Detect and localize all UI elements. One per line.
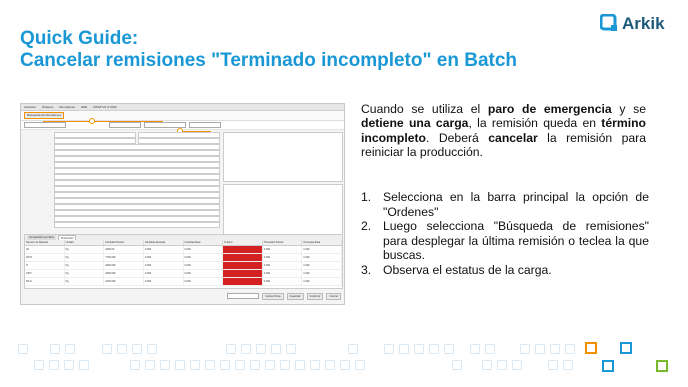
error-cell	[223, 254, 263, 261]
decorative-square	[280, 360, 290, 370]
menu-item[interactable]: HPE	[81, 104, 87, 110]
decorative-square	[271, 344, 281, 354]
error-cell	[223, 270, 263, 277]
accent-square	[620, 342, 632, 354]
decorative-square	[205, 360, 215, 370]
decorative-square	[452, 360, 462, 370]
decorative-square	[50, 344, 60, 354]
title-line-1: Quick Guide:	[20, 28, 139, 49]
decorative-square	[160, 360, 170, 370]
imprimir-button[interactable]: Imprimir	[306, 292, 324, 300]
decorative-square	[520, 344, 530, 354]
list-item: 3. Observa el estatus de la carga.	[361, 262, 552, 277]
decorative-square	[470, 344, 480, 354]
decorative-square	[220, 360, 230, 370]
decorative-square	[295, 360, 305, 370]
accent-square	[656, 360, 668, 372]
decorative-square	[414, 344, 424, 354]
remision-field[interactable]	[24, 122, 66, 128]
decorative-square	[355, 360, 365, 370]
menu-item[interactable]: Órdenes	[42, 104, 54, 110]
carta-porte-button[interactable]: Carta Porte	[262, 292, 284, 300]
decorative-square	[65, 344, 75, 354]
decorative-square	[399, 344, 409, 354]
guardar-button[interactable]: Guardar	[286, 292, 304, 300]
table-row[interactable]: CPO Kg 3300.000 0.000 0.000 0.000 0.000	[25, 270, 342, 278]
logo-text: Arkik	[622, 14, 665, 33]
decorative-square	[535, 344, 545, 354]
decorative-square	[310, 360, 320, 370]
menu-item[interactable]: Remisiones	[59, 104, 75, 110]
decorative-square	[485, 344, 495, 354]
decorative-square	[348, 344, 358, 354]
menu-item[interactable]: MSSP V2 (T-009)	[93, 104, 116, 110]
decorative-square	[548, 360, 558, 370]
decorative-square	[49, 360, 59, 370]
menu-item[interactable]: Usuarios	[24, 104, 36, 110]
decorative-square	[175, 360, 185, 370]
fecha-field[interactable]	[109, 122, 141, 128]
decorative-square	[145, 360, 155, 370]
decorative-square	[235, 360, 245, 370]
cerrar-button[interactable]: Cerrar	[326, 292, 341, 300]
decorative-square	[429, 344, 439, 354]
table-row[interactable]: AF Kg 3400.00 0.000 0.000 0.000 0.000	[25, 246, 342, 254]
estimados-panel	[223, 184, 343, 236]
accent-square	[602, 360, 614, 372]
decorative-footer	[0, 340, 688, 387]
decorative-square	[241, 344, 251, 354]
list-item: 1. Selecciona en la barra principal la op…	[361, 190, 649, 219]
decorative-square	[132, 344, 142, 354]
title-line-2: Cancelar remisiones "Terminado incomplet…	[20, 50, 518, 71]
accent-square	[585, 342, 597, 354]
decorative-square	[565, 344, 575, 354]
composicion-grid: Composición por Silos Producción Número …	[24, 234, 343, 289]
highlight-marker	[89, 118, 95, 124]
decorative-square	[190, 360, 200, 370]
decorative-square	[550, 344, 560, 354]
decorative-square	[102, 344, 112, 354]
decorative-square	[18, 344, 28, 354]
decorative-square	[325, 360, 335, 370]
decorative-square	[250, 360, 260, 370]
page-title: Quick Guide: Cancelar remisiones "Termin…	[20, 28, 517, 72]
decorative-square	[512, 360, 522, 370]
decorative-square	[79, 360, 89, 370]
app-screenshot: Usuarios Órdenes Remisiones HPE MSSP V2 …	[20, 103, 345, 305]
intro-paragraph: Cuando se utiliza el paro de emergencia …	[361, 102, 646, 160]
decorative-square	[64, 360, 74, 370]
decorative-square	[256, 344, 266, 354]
busqueda-remisiones-button[interactable]: Búsqueda de Remisiones	[24, 112, 65, 119]
table-row[interactable]: H Kg 2900.000 0.000 0.000 0.000 0.000	[25, 262, 342, 270]
decorative-square	[265, 360, 275, 370]
table-row[interactable]: SILO Kg 3100.000 0.000 0.000 0.000 0.000	[25, 278, 342, 286]
decorative-square	[497, 360, 507, 370]
error-cell	[223, 262, 263, 269]
table-row[interactable]: AF70 Kg 7700.000 0.000 0.000 0.000 0.000	[25, 254, 342, 262]
decorative-square	[482, 360, 492, 370]
decorative-square	[34, 360, 44, 370]
arkik-logo: Arkik	[600, 12, 680, 38]
fecha-original-field[interactable]	[189, 122, 221, 128]
decorative-square	[563, 360, 573, 370]
enviar-field[interactable]	[227, 293, 260, 299]
error-cell	[223, 246, 263, 253]
decorative-square	[444, 344, 454, 354]
decorative-square	[130, 360, 140, 370]
decorative-square	[117, 344, 127, 354]
list-item: 2. Luego selecciona "Búsqueda de remision…	[361, 219, 649, 263]
decorative-square	[226, 344, 236, 354]
comentarios-panel	[223, 132, 343, 182]
bottom-action-bar: Carta Porte Guardar Imprimir Cerrar	[24, 292, 341, 300]
arkik-logo-icon	[600, 14, 617, 31]
decorative-square	[147, 344, 157, 354]
highlight-line	[43, 121, 163, 122]
app-toolbar: Búsqueda de Remisiones	[21, 111, 344, 121]
decorative-square	[286, 344, 296, 354]
error-cell	[223, 278, 263, 285]
decorative-square	[384, 344, 394, 354]
decorative-square	[340, 360, 350, 370]
steps-list: 1. Selecciona en la barra principal la op…	[361, 190, 661, 278]
app-menu-bar: Usuarios Órdenes Remisiones HPE MSSP V2 …	[21, 104, 344, 111]
